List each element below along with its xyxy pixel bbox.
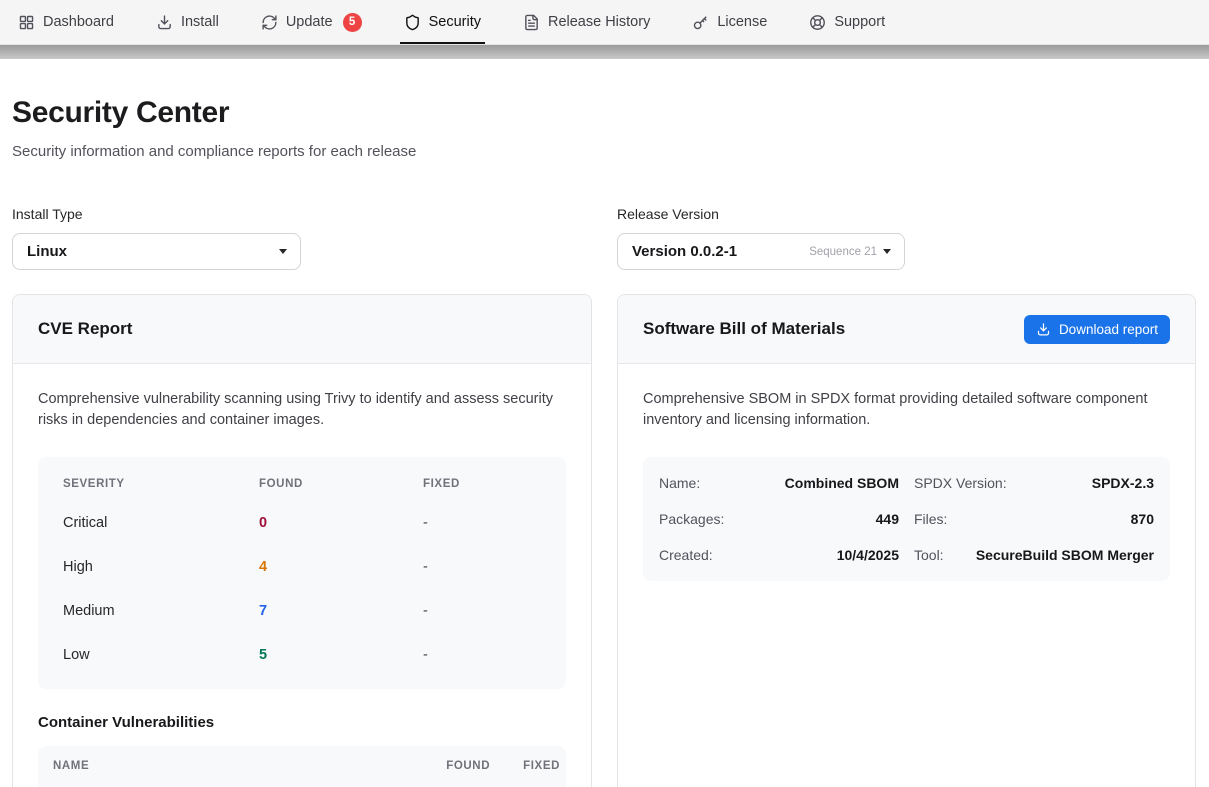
nav-item-label: Dashboard [43,14,114,30]
sbom-title: Software Bill of Materials [643,319,845,339]
found-count: 4 [259,559,423,575]
table-row-high: High 4 - [38,545,566,589]
table-row-low: Low 5 - [38,633,566,677]
detail-value: 10/4/2025 [837,547,899,563]
nav-item-support[interactable]: Support [807,0,887,44]
found-count: 5 [259,647,423,663]
severity-table-header: SEVERITY FOUND FIXED [38,462,566,501]
detail-label: Files: [914,511,947,527]
cve-report-title: CVE Report [38,319,132,339]
detail-label: Packages: [659,511,724,527]
nav-item-label: License [717,14,767,30]
fixed-count: - [423,647,566,663]
release-version-label: Release Version [617,206,1196,222]
column-header-found: FOUND [259,478,423,490]
found-count: 0 [259,515,423,531]
page-title: Security Center [12,96,1196,130]
nav-item-release-history[interactable]: Release History [521,0,652,44]
severity-table: SEVERITY FOUND FIXED Critical 0 - High 4… [38,457,566,689]
fixed-count: - [423,559,566,575]
cve-report-body: Comprehensive vulnerability scanning usi… [13,364,591,787]
detail-label: SPDX Version: [914,475,1007,491]
sbom-details-panel: Name: Combined SBOM SPDX Version: SPDX-2… [643,457,1170,581]
sbom-header: Software Bill of Materials Download repo… [618,295,1195,364]
detail-value: 449 [876,511,899,527]
sbom-description: Comprehensive SBOM in SPDX format provid… [643,389,1170,432]
severity-label: Critical [63,515,259,531]
container-vulnerabilities-title: Container Vulnerabilities [38,714,566,731]
install-type-label: Install Type [12,206,592,222]
chevron-down-icon [279,249,287,254]
install-type-value: Linux [27,243,67,260]
key-icon [692,14,709,31]
detail-value: SecureBuild SBOM Merger [976,547,1154,563]
nav-item-update[interactable]: Update 5 [259,0,364,44]
column-header-fixed: FIXED [423,478,566,490]
column-header-name: NAME [53,760,413,772]
detail-value: SPDX-2.3 [1092,475,1154,491]
detail-value: 870 [1131,511,1154,527]
nav-item-label: Install [181,14,219,30]
severity-label: High [63,559,259,575]
dashboard-grid-icon [18,14,35,31]
nav-item-label: Update [286,14,333,30]
nav-item-label: Security [429,14,481,30]
table-row-critical: Critical 0 - [38,501,566,545]
release-sequence-text: Sequence 21 [809,246,877,258]
cve-report-card: CVE Report Comprehensive vulnerability s… [12,294,592,787]
severity-label: Medium [63,603,259,619]
detail-value: Combined SBOM [785,475,899,491]
column-header-severity: SEVERITY [63,478,259,490]
nav-item-security[interactable]: Security [402,0,483,44]
sbom-detail-row: Created: 10/4/2025 Tool: SecureBuild SBO… [659,537,1154,573]
found-count: 7 [259,603,423,619]
main-content: Security Center Security information and… [0,96,1209,787]
detail-label: Name: [659,475,700,491]
install-type-filter: Install Type Linux [12,206,592,270]
cards-row: CVE Report Comprehensive vulnerability s… [12,294,1196,787]
shield-icon [404,14,421,31]
nav-item-label: Support [834,14,885,30]
scroll-shadow-band [0,45,1209,59]
nav-item-label: Release History [548,14,650,30]
detail-label: Tool: [914,547,944,563]
sbom-detail-row: Name: Combined SBOM SPDX Version: SPDX-2… [659,465,1154,501]
release-version-value: Version 0.0.2-1 [632,243,737,260]
detail-label: Created: [659,547,713,563]
severity-label: Low [63,647,259,663]
sbom-card: Software Bill of Materials Download repo… [617,294,1196,787]
download-icon [1036,322,1051,337]
chevron-down-icon [883,249,891,254]
page-subtitle: Security information and compliance repo… [12,143,1196,160]
refresh-icon [261,14,278,31]
top-navigation: Dashboard Install Update 5 Security [0,0,1209,45]
table-row-medium: Medium 7 - [38,589,566,633]
download-icon [156,14,173,31]
download-report-label: Download report [1059,322,1158,337]
release-version-filter: Release Version Version 0.0.2-1 Sequence… [617,206,1196,270]
filters-row: Install Type Linux Release Version Versi… [12,206,1196,270]
nav-item-dashboard[interactable]: Dashboard [16,0,116,44]
lifebuoy-icon [809,14,826,31]
nav-item-license[interactable]: License [690,0,769,44]
cve-report-description: Comprehensive vulnerability scanning usi… [38,389,566,432]
container-vulnerabilities-table-header: NAME FOUND FIXED [38,746,566,787]
sbom-body: Comprehensive SBOM in SPDX format provid… [618,364,1195,606]
update-count-badge: 5 [343,13,362,32]
column-header-found: FOUND [446,760,490,772]
nav-item-install[interactable]: Install [154,0,221,44]
fixed-count: - [423,515,566,531]
column-header-fixed: FIXED [523,760,560,772]
cve-report-header: CVE Report [13,295,591,364]
download-report-button[interactable]: Download report [1024,315,1170,344]
sbom-detail-row: Packages: 449 Files: 870 [659,501,1154,537]
document-icon [523,14,540,31]
fixed-count: - [423,603,566,619]
install-type-select[interactable]: Linux [12,233,301,270]
release-version-select[interactable]: Version 0.0.2-1 Sequence 21 [617,233,905,270]
